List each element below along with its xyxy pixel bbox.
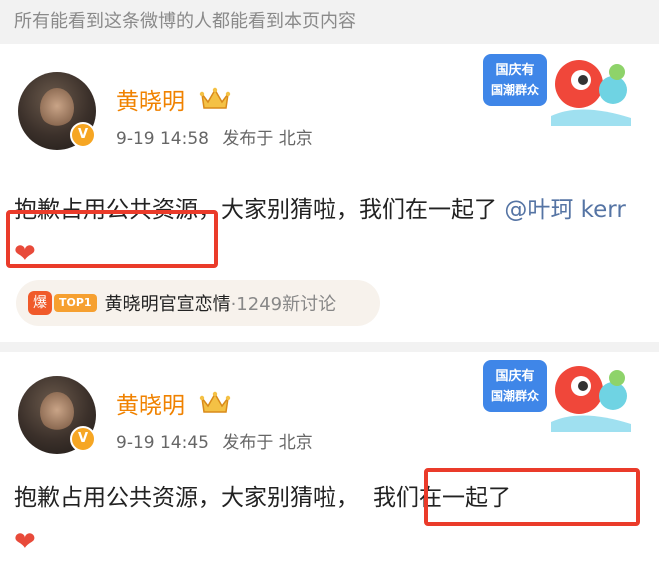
crown-icon: [199, 391, 231, 413]
highlight-box: [424, 468, 640, 526]
post-body: 抱歉占用公共资源，大家别猜啦，: [14, 485, 359, 511]
mention-link[interactable]: @叶珂 kerr: [504, 197, 625, 223]
highlight-box: [6, 210, 218, 268]
svg-text:国庆有: 国庆有: [495, 368, 534, 384]
post-source: 发布于 北京: [222, 129, 313, 149]
visibility-notice: 所有能看到这条微博的人都能看到本页内容: [0, 0, 659, 44]
post-time: 9-19 14:58: [116, 129, 209, 149]
avatar-face: [40, 88, 74, 128]
avatar[interactable]: V: [18, 72, 96, 150]
crown-icon: [199, 87, 231, 109]
hot-icon: 爆: [28, 291, 52, 315]
svg-text:国庆有: 国庆有: [495, 62, 534, 78]
avatar[interactable]: V: [18, 376, 96, 454]
topic-count: ·1249新讨论: [230, 294, 337, 315]
svg-text:国潮群众: 国潮群众: [491, 82, 540, 97]
svg-text:国潮群众: 国潮群众: [491, 388, 540, 403]
post-time: 9-19 14:45: [116, 433, 209, 453]
topic-title: 黄晓明官宣恋情: [104, 294, 231, 315]
post-meta: 9-19 14:45 发布于 北京: [116, 428, 321, 453]
hot-topic-link[interactable]: 爆 TOP1 黄晓明官宣恋情 ·1249新讨论: [16, 280, 380, 326]
avatar-face: [40, 392, 74, 432]
weibo-post: V 黄晓明 9-19 14:58 发布于 北京 国庆有 国潮群众 抱歉占用公共资…: [0, 44, 659, 342]
post-source: 发布于 北京: [222, 433, 313, 453]
verified-icon: V: [70, 426, 96, 452]
author-name[interactable]: 黄晓明: [116, 82, 185, 116]
heart-emoji: ❤: [14, 527, 36, 557]
rank-badge: TOP1: [54, 294, 97, 312]
weibo-post: V 黄晓明 9-19 14:45 发布于 北京 国庆有 国潮群众 抱歉占用公共资…: [0, 352, 659, 571]
national-day-badge-icon: 国庆有 国潮群众: [483, 360, 631, 432]
author-name[interactable]: 黄晓明: [116, 386, 185, 420]
post-meta: 9-19 14:58 发布于 北京: [116, 124, 321, 149]
verified-icon: V: [70, 122, 96, 148]
national-day-badge-icon: 国庆有 国潮群众: [483, 54, 631, 126]
